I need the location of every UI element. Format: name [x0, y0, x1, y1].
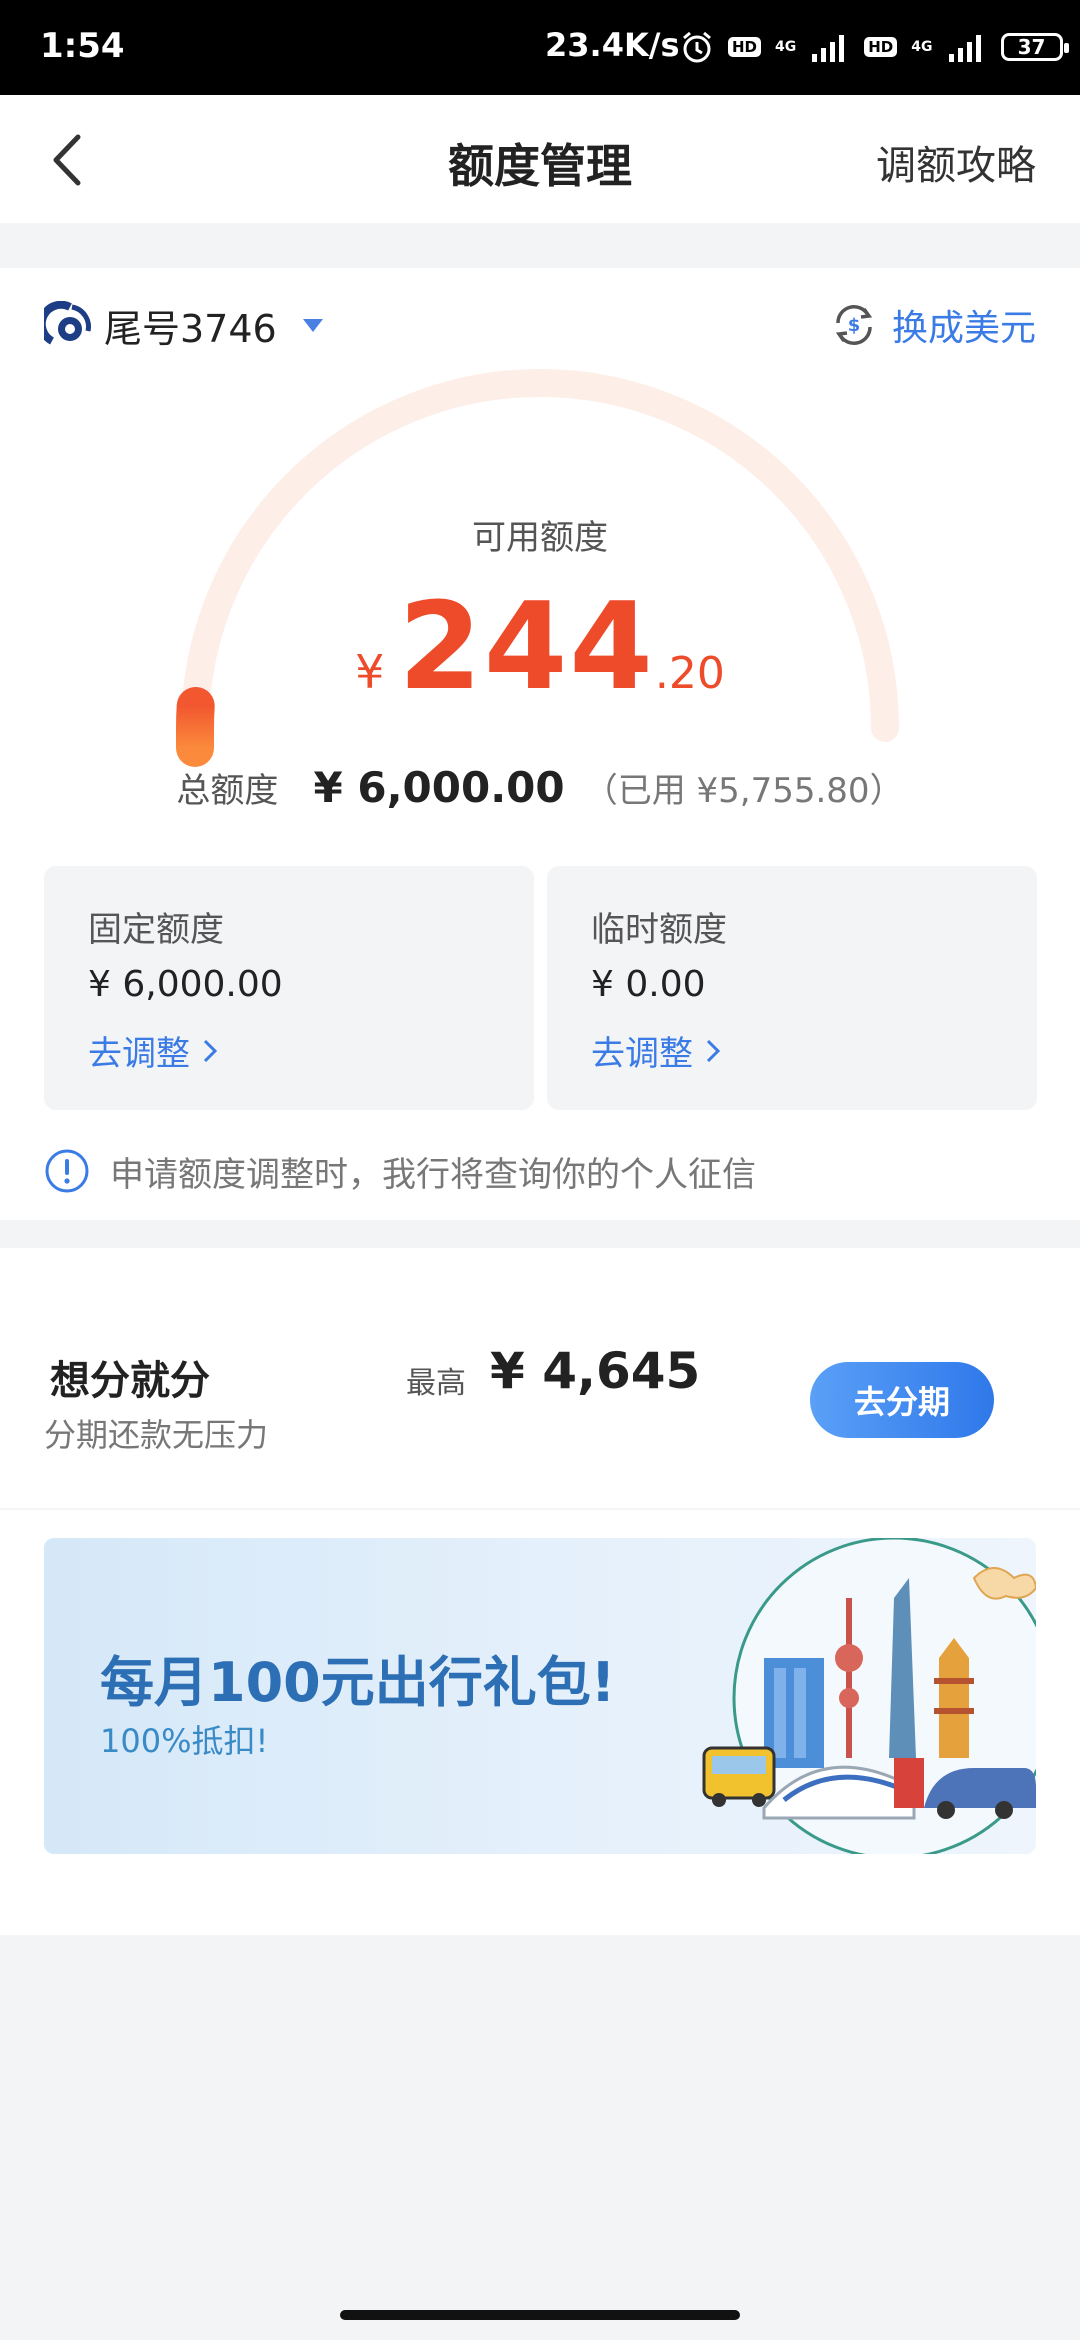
banner-subtitle: 100%抵扣! — [100, 1722, 269, 1760]
city-travel-illustration — [702, 1538, 1036, 1854]
limit-guide-link[interactable]: 调额攻略 — [876, 133, 1036, 191]
currency-symbol: ¥ — [355, 645, 385, 699]
adjust-temporary-limit-link[interactable]: 去调整 — [591, 1026, 721, 1075]
installment-card: 想分就分 分期还款无压力 最高 ¥ 4,645 去分期 — [0, 1248, 1080, 1508]
hd-badge: HD — [728, 37, 762, 57]
nav-bar: 额度管理 调额攻略 — [0, 95, 1080, 223]
convert-usd-label: 换成美元 — [891, 308, 1036, 349]
signal-icon — [812, 35, 845, 62]
currency-exchange-icon: $ — [835, 305, 873, 345]
banner-title: 每月100元出行礼包! — [100, 1651, 616, 1714]
network-type: 4G — [775, 39, 797, 55]
battery-icon: 37 — [1000, 33, 1069, 61]
status-time: 1:54 — [40, 26, 125, 66]
used-amount: （已用 ¥5,755.80） — [583, 771, 904, 811]
adjust-fixed-limit-label: 去调整 — [88, 1034, 190, 1074]
available-limit-label: 可用额度 — [472, 518, 608, 558]
installment-max-value: ¥ 4,645 — [490, 1342, 701, 1400]
credit-limit-card: 尾号3746 $ 换成美元 可用额度 ¥244.20 总额度 ¥ 6,000.0… — [0, 268, 1080, 1220]
notice-text: 申请额度调整时，我行将查询你的个人征信 — [110, 1154, 756, 1195]
available-amount-decimal: .20 — [654, 648, 725, 699]
travel-promo-banner[interactable]: 每月100元出行礼包! 100%抵扣! — [44, 1538, 1036, 1854]
fixed-limit-value: ¥ 6,000.00 — [88, 964, 283, 1005]
installment-subtitle: 分期还款无压力 — [44, 1416, 269, 1454]
go-installment-button[interactable]: 去分期 — [810, 1362, 994, 1438]
available-amount-integer: 244 — [398, 578, 655, 717]
card-selector[interactable]: 尾号3746 — [44, 298, 323, 352]
installment-max-label: 最高 — [406, 1366, 466, 1401]
convert-usd-button[interactable]: $ 换成美元 — [830, 298, 1036, 352]
hd-badge-2: HD — [864, 37, 898, 57]
promo-section: 每月100元出行礼包! 100%抵扣! — [0, 1510, 1080, 1935]
temporary-limit-box: 临时额度 ¥ 0.00 去调整 — [547, 866, 1037, 1110]
status-icons: HD 4G HD 4G 37 — [680, 24, 1069, 70]
card-tail-number: 尾号3746 — [104, 306, 277, 351]
svg-text:$: $ — [848, 315, 861, 336]
chevron-right-icon — [203, 1039, 218, 1062]
adjust-temporary-limit-label: 去调整 — [591, 1034, 693, 1074]
temporary-limit-title: 临时额度 — [591, 910, 727, 950]
bank-logo-icon — [44, 301, 91, 345]
fixed-limit-title: 固定额度 — [88, 910, 224, 950]
total-limit-value: ¥ 6,000.00 — [313, 763, 565, 812]
available-amount: ¥244.20 — [0, 578, 1080, 717]
credit-check-notice: 申请额度调整时，我行将查询你的个人征信 — [44, 1146, 756, 1196]
chevron-right-icon — [706, 1039, 721, 1062]
dropdown-caret-icon — [302, 318, 323, 332]
installment-title: 想分就分 — [50, 1358, 210, 1404]
battery-level: 37 — [1017, 35, 1046, 59]
home-indicator — [340, 2310, 740, 2320]
alarm-icon — [683, 31, 711, 63]
status-bar: 1:54 23.4K/s HD 4G HD 4G 37 — [0, 0, 1080, 95]
fixed-limit-box: 固定额度 ¥ 6,000.00 去调整 — [44, 866, 534, 1110]
info-icon — [45, 1149, 89, 1193]
network-speed: 23.4K/s — [545, 26, 680, 64]
adjust-fixed-limit-link[interactable]: 去调整 — [88, 1026, 218, 1075]
total-limit-label: 总额度 — [176, 771, 279, 811]
network-type-2: 4G — [911, 39, 933, 55]
total-limit-row: 总额度 ¥ 6,000.00 （已用 ¥5,755.80） — [0, 763, 1080, 812]
signal-icon-2 — [948, 35, 981, 62]
temporary-limit-value: ¥ 0.00 — [591, 964, 706, 1005]
